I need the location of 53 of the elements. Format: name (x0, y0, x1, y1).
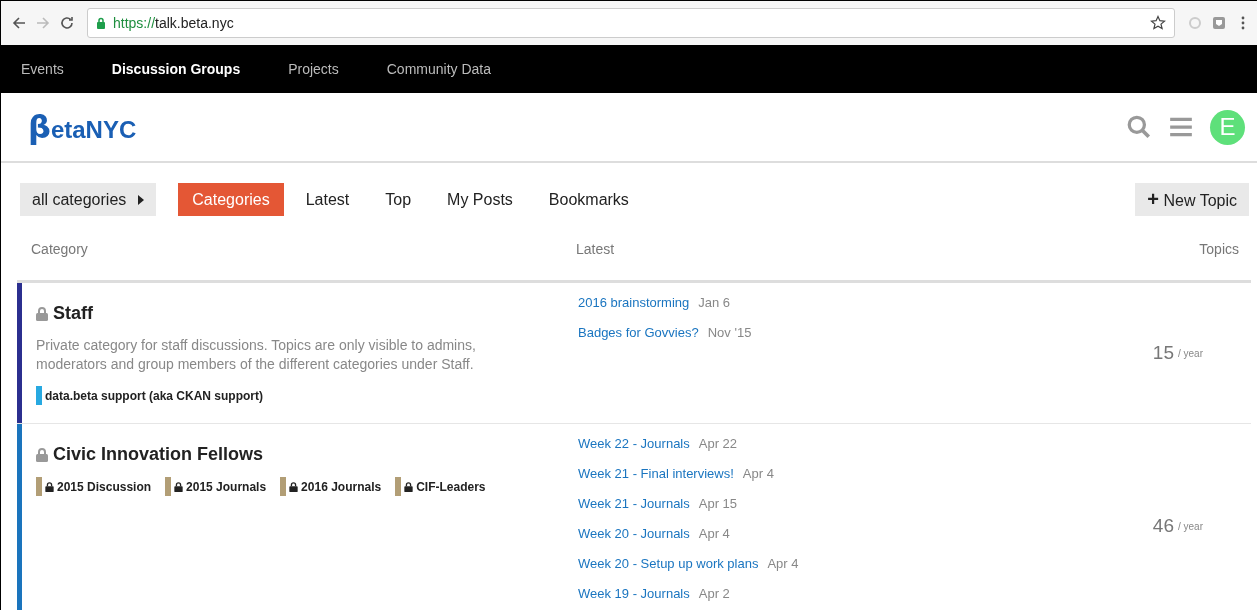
nav-link[interactable]: Community Data (386, 61, 491, 77)
topic-link[interactable]: Week 19 - Journals (578, 586, 690, 601)
nav-tab[interactable]: Top (371, 183, 426, 216)
category-description: Private category for staff discussions. Topics are only visible to admins, moderators and group members of the different categories under Staff. (36, 336, 477, 374)
topic-date: Apr 4 (742, 466, 774, 481)
topic-date: Apr 4 (767, 556, 799, 571)
reload-icon[interactable] (59, 15, 75, 31)
lock-icon (96, 17, 106, 29)
nav-tab[interactable]: My Posts (433, 183, 527, 216)
search-icon[interactable] (1126, 114, 1152, 140)
topic-count: 15 (1152, 342, 1174, 364)
caret-icon (138, 194, 145, 205)
address-bar[interactable]: https://talk.beta.nyc (87, 8, 1175, 38)
category-link[interactable]: Staff (36, 303, 543, 324)
nav-link[interactable]: Events (21, 61, 64, 77)
subcategory-link[interactable]: CIF-Leaders (395, 477, 486, 496)
subcategory-link[interactable]: 2016 Journals (280, 477, 382, 496)
new-topic-button[interactable]: + New Topic (1135, 183, 1249, 216)
column-header: Latest (575, 241, 616, 257)
category-link[interactable]: Civic Innovation Fellows (36, 444, 543, 465)
extension-icon[interactable] (1211, 15, 1227, 31)
nav-tab[interactable]: Bookmarks (534, 183, 643, 216)
extension-icon[interactable] (1187, 15, 1203, 31)
topic-period: / year (1178, 520, 1203, 532)
topic-date: Apr 4 (698, 526, 730, 541)
topic-link[interactable]: 2016 brainstorming (578, 295, 690, 310)
topic-link[interactable]: Week 21 - Final interviews! (578, 466, 734, 481)
nav-link[interactable]: Discussion Groups (111, 61, 241, 77)
topic-link[interactable]: Week 22 - Journals (578, 436, 690, 451)
subcategory-link[interactable]: 2015 Journals (165, 477, 267, 496)
star-icon[interactable] (1150, 15, 1166, 31)
column-header: Topics (1198, 241, 1240, 257)
topic-date: Apr 15 (698, 496, 738, 511)
topic-date: Apr 22 (698, 436, 738, 451)
nav-tab[interactable]: Latest (291, 183, 364, 216)
category-dropdown[interactable]: all categories (20, 183, 157, 216)
topic-link[interactable]: Week 20 - Setup up work plans (578, 556, 759, 571)
topic-link[interactable]: Badges for Govvies? (578, 325, 699, 340)
topic-date: Jan 6 (698, 295, 731, 310)
subcategory-link[interactable]: 2015 Discussion (36, 477, 152, 496)
topic-date: Apr 2 (698, 586, 730, 601)
topic-count: 46 (1152, 515, 1174, 537)
topic-period: / year (1178, 347, 1203, 359)
logo[interactable]: βetaNYC (28, 108, 137, 146)
back-icon[interactable] (11, 15, 27, 31)
subcategory-link[interactable]: data.beta support (aka CKAN support) (36, 386, 263, 405)
topic-link[interactable]: Week 20 - Journals (578, 526, 690, 541)
topic-link[interactable]: Week 21 - Journals (578, 496, 690, 511)
column-header: Category (30, 241, 89, 257)
topic-date: Nov '15 (707, 325, 752, 340)
nav-link[interactable]: Projects (288, 61, 339, 77)
forward-icon[interactable] (35, 15, 51, 31)
nav-tab[interactable]: Categories (178, 183, 284, 216)
